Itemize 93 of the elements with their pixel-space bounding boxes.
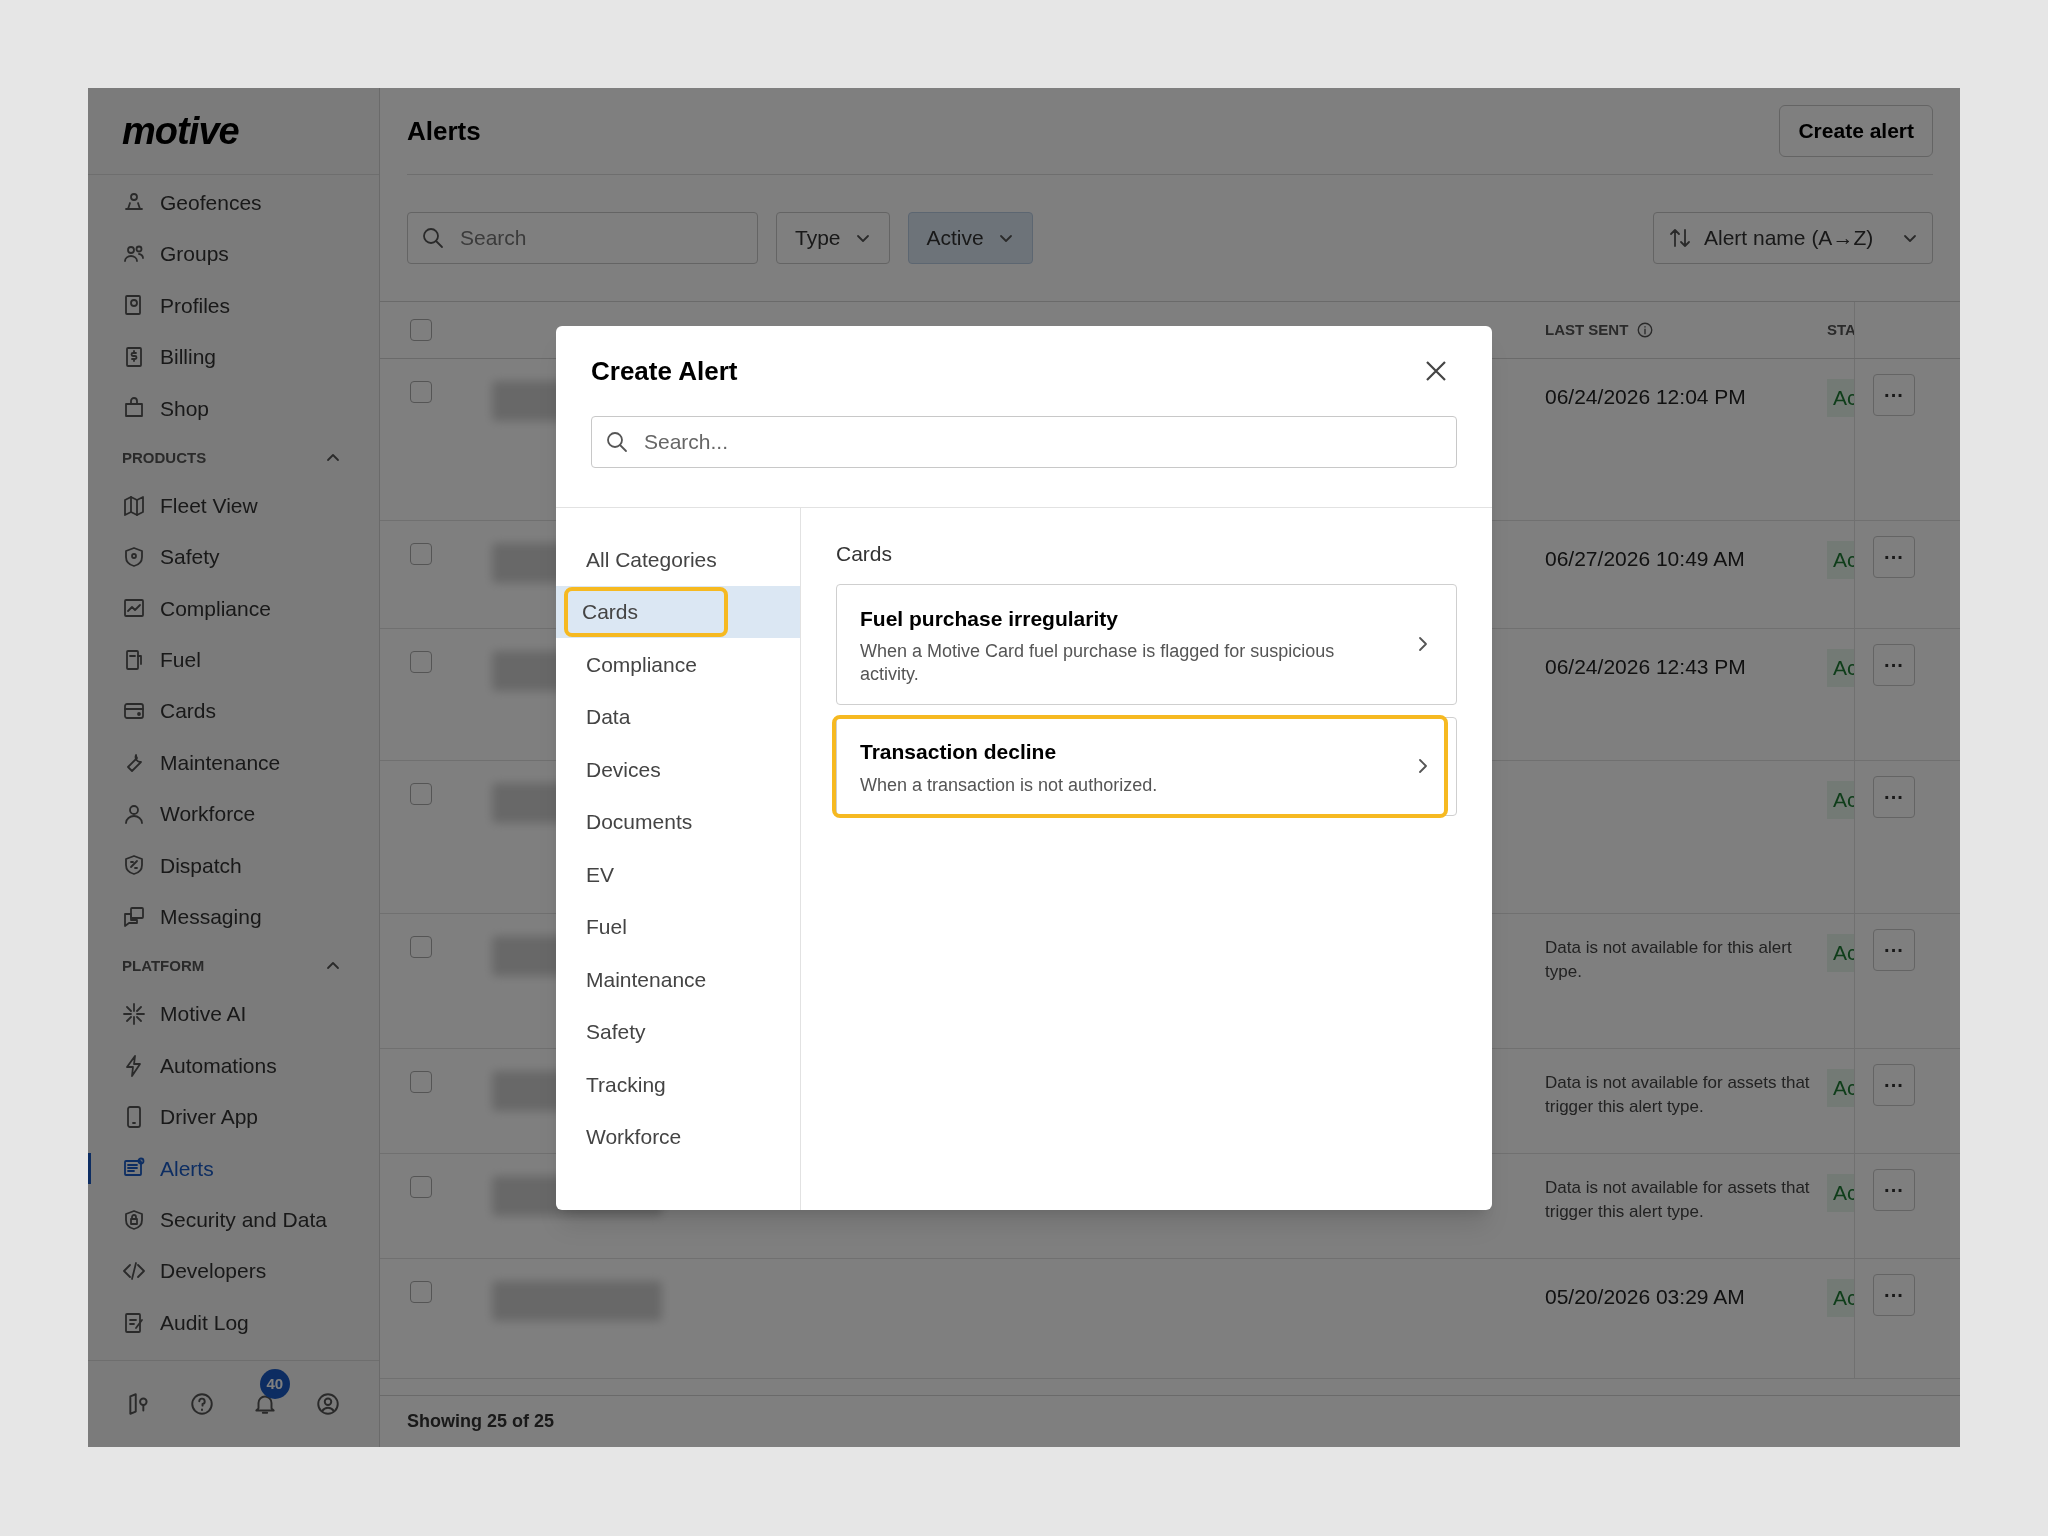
more-button[interactable]: ··· — [1873, 1064, 1915, 1106]
sidebar-item[interactable]: Profiles — [88, 279, 379, 332]
more-button[interactable]: ··· — [1873, 1169, 1915, 1211]
sidebar-item[interactable]: Messaging — [88, 891, 379, 943]
last-sent-text: Data is not available for assets that trigger this alert type. — [1545, 1072, 1811, 1118]
checkbox[interactable] — [410, 543, 432, 565]
more-button[interactable]: ··· — [1873, 929, 1915, 971]
category-item[interactable]: EV — [564, 849, 636, 900]
category-item[interactable]: Data — [564, 691, 653, 742]
last-sent-text: 06/27/2026 10:49 AM — [1545, 546, 1745, 572]
more-button[interactable]: ··· — [1873, 374, 1915, 416]
search-icon — [605, 430, 629, 454]
sidebar-item[interactable]: Maintenance — [88, 736, 379, 789]
checkbox[interactable] — [410, 651, 432, 673]
last-sent-text: Data is not available for assets that trigger this alert type. — [1545, 1177, 1811, 1223]
info-icon — [1636, 321, 1655, 339]
sidebar-item[interactable]: Dispatch — [88, 839, 379, 892]
results-count: Showing 25 of 25 — [407, 1410, 555, 1433]
map-icon — [122, 493, 146, 518]
category-item[interactable]: Workforce — [564, 1111, 704, 1162]
person-icon — [122, 802, 146, 826]
section-title: Cards — [836, 541, 894, 567]
shield-lock-icon — [122, 1207, 146, 1232]
sidebar-item[interactable]: Security and Data — [88, 1194, 379, 1246]
user-icon[interactable] — [314, 1391, 341, 1417]
close-icon[interactable] — [1425, 360, 1447, 382]
category-item[interactable]: Compliance — [564, 639, 719, 690]
category-item[interactable]: Safety — [564, 1006, 668, 1057]
alert-title: Transaction decline — [860, 739, 1058, 765]
search-field[interactable]: Search — [407, 212, 758, 264]
category-item[interactable]: Maintenance — [564, 954, 729, 1005]
sidebar-item[interactable]: Cards — [88, 685, 379, 737]
category-item[interactable]: Devices — [564, 744, 683, 795]
sidebar-item[interactable]: Automations — [88, 1039, 379, 1092]
sidebar-item[interactable]: Fuel — [88, 634, 379, 686]
sidebar-item[interactable]: Safety — [88, 531, 379, 583]
sidebar-item[interactable]: Workforce — [88, 788, 379, 840]
sidebar-item[interactable]: Groups — [88, 228, 379, 280]
section-heading: PRODUCTS — [122, 447, 207, 468]
notification-badge: 40 — [259, 1369, 290, 1399]
sort-icon — [1668, 226, 1692, 250]
checkbox[interactable] — [410, 1281, 432, 1303]
more-button[interactable]: ··· — [1873, 776, 1915, 818]
category-item[interactable]: Tracking — [564, 1059, 688, 1110]
sidebar-item[interactable]: Shop — [88, 382, 379, 434]
alert-option[interactable]: Fuel purchase irregularity When a Motive Card fuel purchase is flagged for suspicious activity. — [836, 583, 1457, 705]
category-item[interactable]: Documents — [564, 796, 715, 847]
checkbox[interactable] — [410, 1176, 432, 1198]
edit-document-icon — [122, 1310, 146, 1335]
sidebar-item[interactable]: Motive AI — [88, 988, 379, 1040]
sidebar-item[interactable]: Compliance — [88, 582, 379, 635]
sidebar-item[interactable]: Billing — [88, 331, 379, 383]
alert-description: When a Motive Card fuel purchase is flagged for suspicious activity. — [860, 640, 1336, 686]
logo[interactable]: motive — [122, 112, 239, 150]
sidebar-item[interactable]: Fleet View — [88, 479, 379, 532]
search-field[interactable]: Search... — [591, 416, 1457, 468]
sidebar-item[interactable]: Audit Log — [88, 1296, 379, 1349]
shield-icon — [122, 545, 146, 570]
last-sent-text: 05/20/2026 03:29 AM — [1545, 1284, 1745, 1310]
checkbox[interactable] — [410, 936, 432, 958]
create-alert-button[interactable]: Create alert — [1779, 105, 1933, 157]
more-button[interactable]: ··· — [1873, 536, 1915, 578]
checkbox[interactable] — [410, 1071, 432, 1093]
help-icon[interactable] — [189, 1391, 216, 1417]
search-icon — [421, 226, 445, 250]
checkbox[interactable] — [410, 783, 432, 805]
checkbox[interactable] — [410, 381, 432, 403]
sidebar-item[interactable]: Geofences — [88, 177, 379, 229]
category-item[interactable]: Cards — [564, 586, 728, 637]
filter-dropdown[interactable]: Active — [907, 212, 1033, 264]
column-header: LAST SENT — [1545, 319, 1629, 340]
filter-dropdown[interactable]: Type — [776, 212, 890, 264]
alert-title: Fuel purchase irregularity — [860, 605, 1119, 632]
category-item[interactable]: All Categories — [564, 534, 739, 585]
section-heading: PLATFORM — [122, 956, 205, 977]
badge-icon — [122, 853, 146, 878]
page-title: Alerts — [407, 114, 481, 148]
more-button[interactable]: ··· — [1873, 644, 1915, 686]
more-button[interactable]: ··· — [1873, 1274, 1915, 1316]
checkbox[interactable] — [410, 319, 432, 341]
sidebar-item[interactable]: Developers — [88, 1245, 379, 1297]
sort-dropdown[interactable]: Alert name (A→Z) — [1653, 212, 1933, 264]
category-item[interactable]: Fuel — [564, 901, 649, 952]
messages-icon — [122, 904, 146, 929]
sparkle-icon — [122, 1002, 146, 1027]
sidebar-item[interactable]: Driver App — [88, 1091, 379, 1143]
alert-description: When a transaction is not authorized. — [860, 773, 1159, 797]
dialog-title: Create Alert — [591, 354, 738, 388]
last-sent-text: 06/24/2026 12:04 PM — [1545, 384, 1746, 410]
sidebar-item[interactable]: Alerts — [88, 1142, 379, 1195]
column-header: STA — [1827, 319, 1856, 340]
last-sent-text: 06/24/2026 12:43 PM — [1545, 654, 1746, 680]
last-sent-text: Data is not available for this alert type. — [1545, 937, 1793, 983]
